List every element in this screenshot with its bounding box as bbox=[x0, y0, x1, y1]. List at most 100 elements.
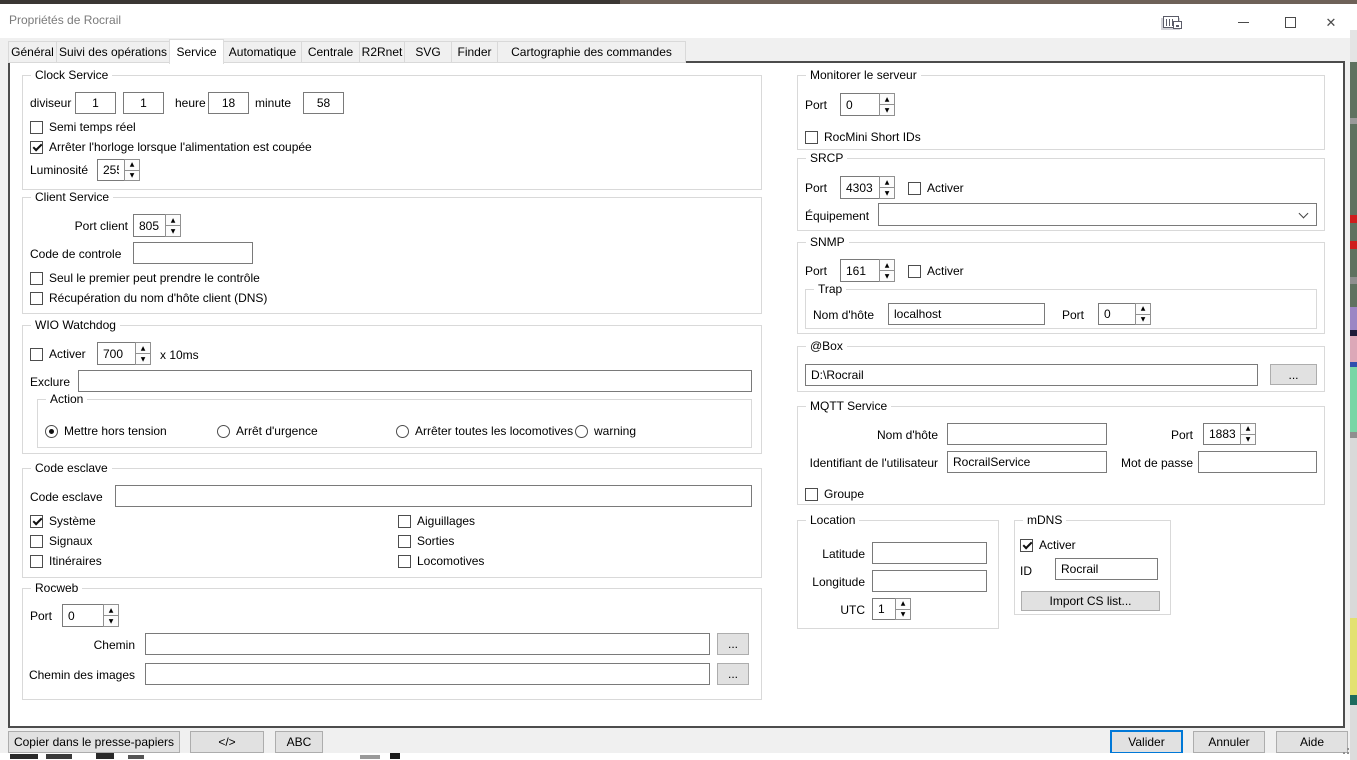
checkbox-box[interactable] bbox=[30, 272, 43, 285]
spin-down-icon[interactable]: ▼ bbox=[165, 225, 181, 237]
srcp-port-spinner[interactable]: ▲▼ bbox=[840, 176, 895, 199]
trap-port-value[interactable] bbox=[1098, 303, 1136, 325]
checkbox-box[interactable] bbox=[908, 265, 921, 278]
trap-port-spinner[interactable]: ▲▼ bbox=[1098, 303, 1151, 325]
checkbox-box[interactable] bbox=[30, 348, 43, 361]
dns-checkbox[interactable]: Récupération du nom d'hôte client (DNS) bbox=[30, 291, 267, 305]
checkbox-box[interactable] bbox=[30, 555, 43, 568]
radio-warning[interactable]: warning bbox=[575, 424, 636, 438]
systeme-checkbox[interactable]: Système bbox=[30, 514, 96, 528]
utc-spinner[interactable]: ▲▼ bbox=[872, 598, 911, 620]
checkbox-box[interactable] bbox=[398, 535, 411, 548]
snmp-activer-checkbox[interactable]: Activer bbox=[908, 264, 964, 278]
spin-down-icon[interactable]: ▼ bbox=[879, 104, 895, 116]
touch-keyboard-icon[interactable] bbox=[1163, 16, 1182, 29]
checkbox-box-checked[interactable] bbox=[30, 141, 43, 154]
checkbox-box[interactable] bbox=[30, 535, 43, 548]
import-cs-list-button[interactable]: Import CS list... bbox=[1021, 591, 1160, 611]
checkbox-box-checked[interactable] bbox=[30, 515, 43, 528]
snmp-port-spinner[interactable]: ▲▼ bbox=[840, 259, 895, 282]
tab-centrale[interactable]: Centrale bbox=[301, 41, 360, 63]
maximize-button[interactable] bbox=[1281, 13, 1299, 31]
snmp-port-value[interactable] bbox=[840, 259, 880, 282]
checkbox-box-checked[interactable] bbox=[1020, 539, 1033, 552]
chemin-browse-button[interactable]: ... bbox=[717, 633, 749, 655]
heure-field[interactable] bbox=[208, 92, 249, 114]
trap-host-field[interactable] bbox=[888, 303, 1045, 325]
checkbox-box[interactable] bbox=[398, 555, 411, 568]
port-client-spinner[interactable]: ▲▼ bbox=[133, 214, 181, 237]
rocweb-port-spinner[interactable]: ▲▼ bbox=[62, 604, 119, 627]
tab-general[interactable]: Général bbox=[8, 41, 57, 63]
tab-svg[interactable]: SVG bbox=[404, 41, 452, 63]
rocweb-port-value[interactable] bbox=[62, 604, 104, 627]
wio-activer-checkbox[interactable]: Activer bbox=[30, 347, 86, 361]
tab-suivi-des-operations[interactable]: Suivi des opérations bbox=[56, 41, 170, 63]
equipement-dropdown[interactable] bbox=[878, 203, 1317, 226]
close-button[interactable]: ✕ bbox=[1322, 13, 1340, 31]
tab-service[interactable]: Service bbox=[169, 39, 224, 64]
radio-arret-urgence[interactable]: Arrêt d'urgence bbox=[217, 424, 318, 438]
mqtt-user-field[interactable] bbox=[947, 451, 1107, 473]
chemin-images-browse-button[interactable]: ... bbox=[717, 663, 749, 685]
tab-cartographie-des-commandes[interactable]: Cartographie des commandes bbox=[497, 41, 686, 63]
spin-down-icon[interactable]: ▼ bbox=[135, 353, 151, 365]
checkbox-box[interactable] bbox=[805, 488, 818, 501]
utc-value[interactable] bbox=[872, 598, 896, 620]
radio[interactable] bbox=[575, 425, 588, 438]
atbox-browse-button[interactable]: ... bbox=[1270, 364, 1317, 385]
atbox-path-field[interactable] bbox=[805, 364, 1258, 386]
valider-button[interactable]: Valider bbox=[1110, 730, 1183, 754]
code-view-button[interactable]: </> bbox=[190, 731, 264, 753]
spin-down-icon[interactable]: ▼ bbox=[879, 187, 895, 199]
annuler-button[interactable]: Annuler bbox=[1193, 731, 1265, 753]
mdns-id-field[interactable] bbox=[1055, 558, 1158, 580]
resize-grip[interactable] bbox=[1338, 744, 1354, 758]
sorties-checkbox[interactable]: Sorties bbox=[398, 534, 454, 548]
checkbox-box[interactable] bbox=[30, 121, 43, 134]
code-esclave-field[interactable] bbox=[115, 485, 752, 507]
spin-down-icon[interactable]: ▼ bbox=[1135, 314, 1151, 326]
mqtt-port-spinner[interactable]: ▲▼ bbox=[1203, 423, 1256, 445]
spin-down-icon[interactable]: ▼ bbox=[895, 609, 911, 621]
stop-clock-power-checkbox[interactable]: Arrêter l'horloge lorsque l'alimentation… bbox=[30, 140, 312, 154]
semi-temps-reel-checkbox[interactable]: Semi temps réel bbox=[30, 120, 136, 134]
spin-down-icon[interactable]: ▼ bbox=[879, 270, 895, 282]
mqtt-groupe-checkbox[interactable]: Groupe bbox=[805, 487, 864, 501]
rocmini-short-ids-checkbox[interactable]: RocMini Short IDs bbox=[805, 130, 921, 144]
tab-automatique[interactable]: Automatique bbox=[223, 41, 302, 63]
radio[interactable] bbox=[217, 425, 230, 438]
itineraires-checkbox[interactable]: Itinéraires bbox=[30, 554, 102, 568]
luminosite-spinner[interactable]: ▲▼ bbox=[97, 159, 140, 181]
luminosite-value[interactable] bbox=[97, 159, 125, 181]
diviseur-field-1[interactable] bbox=[75, 92, 116, 114]
radio[interactable] bbox=[396, 425, 409, 438]
chemin-images-field[interactable] bbox=[145, 663, 710, 685]
exclure-field[interactable] bbox=[78, 370, 752, 392]
signaux-checkbox[interactable]: Signaux bbox=[30, 534, 92, 548]
abc-button[interactable]: ABC bbox=[275, 731, 323, 753]
checkbox-box[interactable] bbox=[398, 515, 411, 528]
minimize-button[interactable] bbox=[1234, 13, 1252, 31]
srcp-port-value[interactable] bbox=[840, 176, 880, 199]
mqtt-host-field[interactable] bbox=[947, 423, 1107, 445]
spin-down-icon[interactable]: ▼ bbox=[1240, 434, 1256, 446]
chemin-field[interactable] bbox=[145, 633, 710, 655]
checkbox-box[interactable] bbox=[908, 182, 921, 195]
titlebar[interactable]: Propriétés de Rocrail ✕ bbox=[0, 4, 1350, 38]
port-client-value[interactable] bbox=[133, 214, 166, 237]
tab-finder[interactable]: Finder bbox=[451, 41, 498, 63]
locomotives-checkbox[interactable]: Locomotives bbox=[398, 554, 484, 568]
srcp-activer-checkbox[interactable]: Activer bbox=[908, 181, 964, 195]
monitor-port-value[interactable] bbox=[840, 93, 880, 116]
wio-interval-spinner[interactable]: ▲▼ bbox=[97, 342, 151, 365]
latitude-field[interactable] bbox=[872, 542, 987, 564]
wio-interval-value[interactable] bbox=[97, 342, 136, 365]
longitude-field[interactable] bbox=[872, 570, 987, 592]
code-de-controle-field[interactable] bbox=[133, 242, 253, 264]
mqtt-password-field[interactable] bbox=[1198, 451, 1317, 473]
premier-controle-checkbox[interactable]: Seul le premier peut prendre le contrôle bbox=[30, 271, 260, 285]
checkbox-box[interactable] bbox=[30, 292, 43, 305]
minute-field[interactable] bbox=[303, 92, 344, 114]
mdns-activer-checkbox[interactable]: Activer bbox=[1020, 538, 1076, 552]
